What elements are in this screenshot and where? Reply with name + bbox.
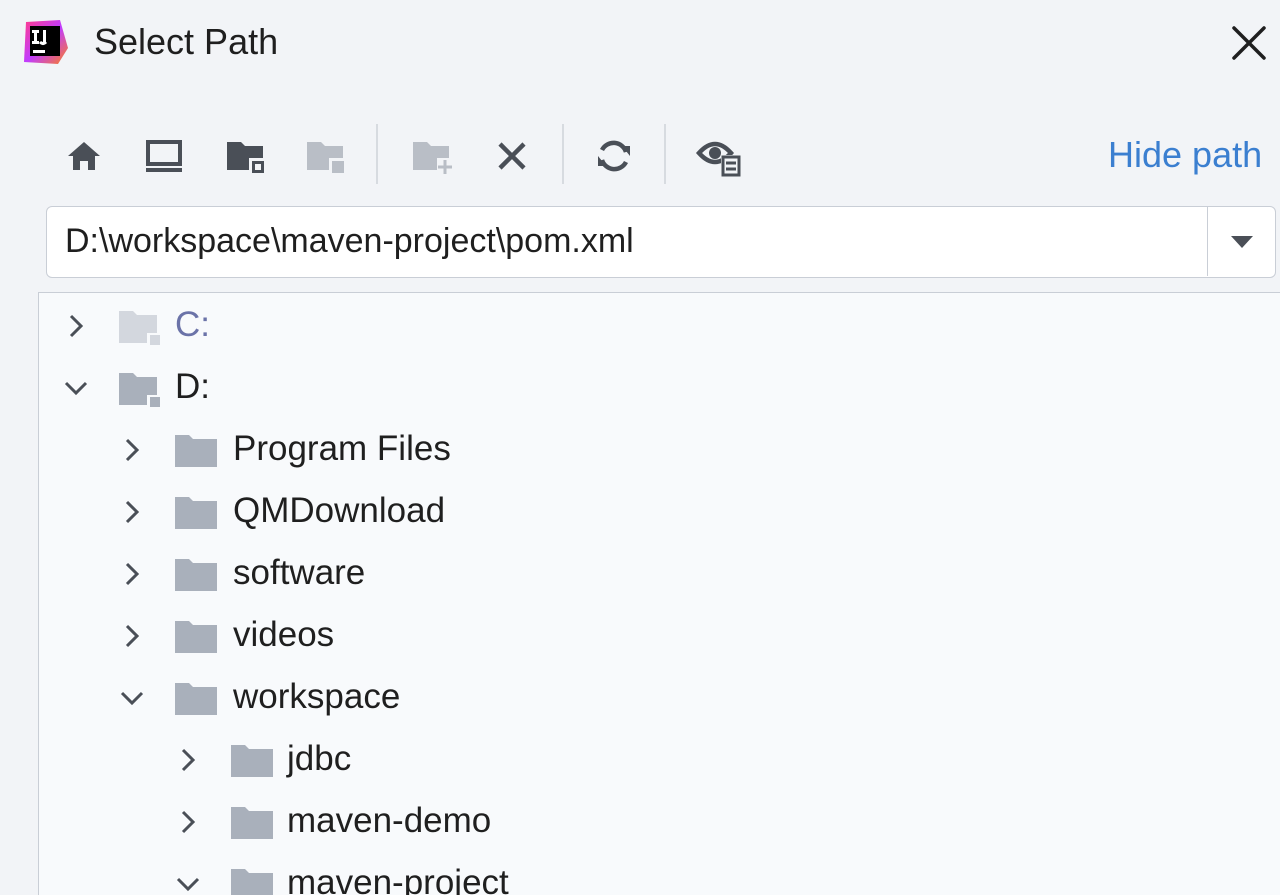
show-hidden-button[interactable] [692,128,748,184]
chevron-down-icon[interactable] [173,869,203,895]
folder-icon [231,745,273,777]
path-combo [46,206,1276,278]
home-button[interactable] [56,128,112,184]
toolbar: Hide path [40,120,1280,190]
toolbar-separator [664,124,666,184]
refresh-button[interactable] [586,128,642,184]
close-icon[interactable] [1228,22,1270,64]
tree-item-c-drive[interactable]: C: [39,295,1239,357]
file-tree: C: D: Program Files QMDownload software … [38,292,1280,895]
delete-button[interactable] [484,128,540,184]
tree-item-folder[interactable]: QMDownload [39,481,1239,543]
tree-item-label: QMDownload [233,491,446,530]
chevron-down-icon[interactable] [61,373,91,403]
module-folder-icon [307,142,345,174]
tree-item-folder[interactable]: software [39,543,1239,605]
tree-item-d-drive[interactable]: D: [39,357,1239,419]
folder-icon [231,807,273,839]
tree-item-folder[interactable]: workspace [39,667,1239,729]
tree-item-label: maven-project [287,863,509,895]
tree-item-label: D: [175,367,210,406]
tree-item-label: C: [175,305,210,344]
toolbar-separator [376,124,378,184]
project-folder-icon [227,142,265,174]
folder-icon [175,559,217,591]
chevron-right-icon[interactable] [61,311,91,341]
intellij-idea-icon [24,20,68,64]
folder-icon [175,621,217,653]
delete-x-icon [498,142,526,170]
home-icon [68,142,100,170]
tree-item-label: jdbc [287,739,352,778]
tree-item-folder[interactable]: videos [39,605,1239,667]
drive-icon [119,373,161,409]
tree-item-folder[interactable]: jdbc [39,729,1239,791]
project-folder-button[interactable] [218,128,274,184]
chevron-right-icon[interactable] [117,497,147,527]
new-folder-button[interactable] [404,128,460,184]
folder-icon [231,869,273,895]
hide-path-link[interactable]: Hide path [1108,132,1262,178]
tree-item-label: software [233,553,366,592]
path-input[interactable] [47,207,1205,276]
tree-item-folder[interactable]: Program Files [39,419,1239,481]
desktop-button[interactable] [136,128,192,184]
chevron-right-icon[interactable] [117,621,147,651]
new-folder-icon [413,142,453,174]
toolbar-separator [562,124,564,184]
tree-item-folder[interactable]: maven-demo [39,791,1239,853]
tree-item-label: workspace [233,677,401,716]
tree-item-label: Program Files [233,429,451,468]
module-folder-button[interactable] [298,128,354,184]
chevron-right-icon[interactable] [173,745,203,775]
folder-icon [175,497,217,529]
refresh-icon [598,140,630,172]
tree-item-label: maven-demo [287,801,492,840]
folder-icon [175,435,217,467]
folder-icon [175,683,217,715]
drive-icon [119,311,161,347]
chevron-right-icon[interactable] [117,559,147,589]
chevron-down-icon[interactable] [117,683,147,713]
tree-item-folder[interactable]: maven-project [39,853,1239,895]
show-hidden-files-icon [695,141,741,177]
chevron-right-icon[interactable] [173,807,203,837]
window-title: Select Path [94,21,279,62]
chevron-right-icon[interactable] [117,435,147,465]
tree-item-label: videos [233,615,335,654]
desktop-icon [146,140,182,172]
title-bar: Select Path [0,0,1280,90]
path-dropdown-button[interactable] [1207,207,1275,276]
triangle-down-icon [1230,235,1253,248]
